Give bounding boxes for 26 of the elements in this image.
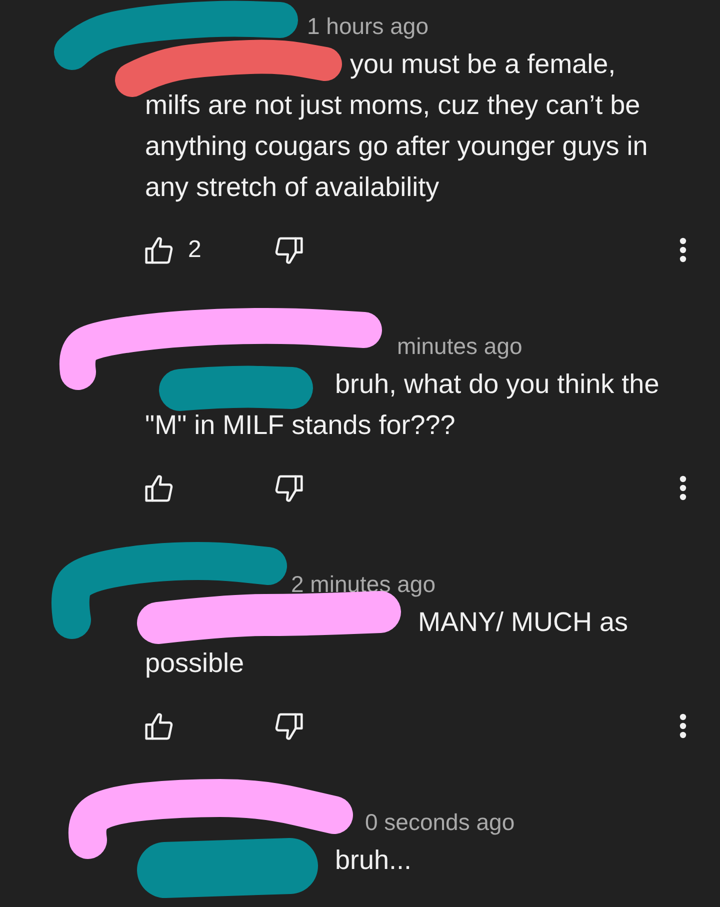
thumbs-down-icon xyxy=(275,474,303,502)
three-dots-icon xyxy=(679,713,687,739)
dislike-button[interactable] xyxy=(275,712,303,740)
like-button[interactable]: 2 xyxy=(145,236,202,264)
comment-timestamp: 2 minutes ago xyxy=(291,570,436,599)
more-options-button[interactable] xyxy=(679,475,687,501)
more-options-button[interactable] xyxy=(679,237,687,263)
like-button[interactable] xyxy=(145,712,173,740)
like-button[interactable] xyxy=(145,474,173,502)
thumbs-up-icon xyxy=(145,474,173,502)
comment-text: MANY/ MUCH as possible xyxy=(145,606,630,680)
comment-text: bruh, what do you think the "M" in MILF stands for??? xyxy=(145,368,660,442)
comment-text: you must be a female, milfs are not just moms, cuz they can’t be anything cougars go after younger guys in any stretch of availability xyxy=(145,48,649,204)
dislike-button[interactable] xyxy=(275,474,303,502)
thumbs-down-icon xyxy=(275,712,303,740)
comment-timestamp: minutes ago xyxy=(397,332,522,361)
three-dots-icon xyxy=(679,475,687,501)
more-options-button[interactable] xyxy=(679,713,687,739)
comment-text: bruh... xyxy=(334,844,413,877)
thumbs-up-icon xyxy=(145,236,173,264)
three-dots-icon xyxy=(679,237,687,263)
thumbs-up-icon xyxy=(145,712,173,740)
comment-timestamp: 1 hours ago xyxy=(307,12,428,41)
dislike-button[interactable] xyxy=(275,236,303,264)
comment-timestamp: 0 seconds ago xyxy=(365,808,515,837)
thumbs-down-icon xyxy=(275,236,303,264)
